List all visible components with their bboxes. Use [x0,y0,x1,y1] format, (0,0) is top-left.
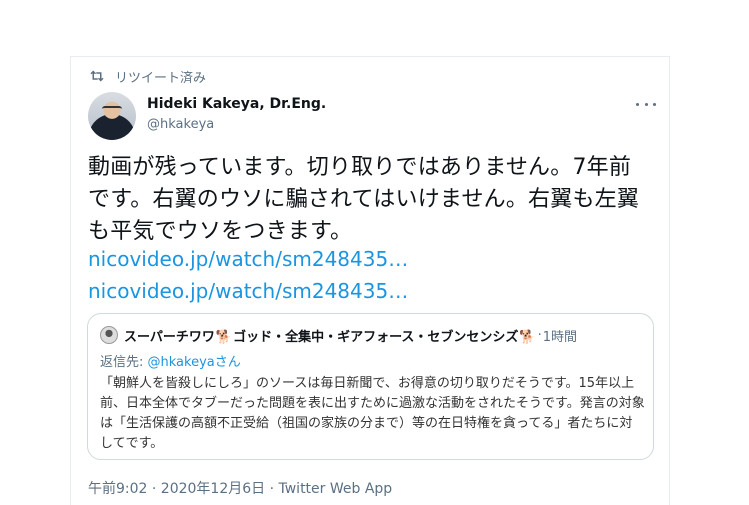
quoted-reply-to: 返信先: @hkakeyaさん [100,355,241,370]
retweet-icon [90,70,104,82]
quoted-tweet-header: スーパーチワワ🐕ゴッド・全集中・ギアフォース・セブンセンシズ🐕 · 1時間 [100,324,643,346]
author-handle[interactable]: @hkakeya [147,117,214,132]
retweet-indicator: リツイート済み [88,66,206,86]
tweet-link-1[interactable]: nicovideo.jp/watch/sm248435… [88,247,408,271]
quoted-author-name[interactable]: スーパーチワワ🐕ゴッド・全集中・ギアフォース・セブンセンシズ🐕 [124,326,537,345]
tweet-meta[interactable]: 午前9:02 · 2020年12月6日 · Twitter Web App [88,478,392,498]
more-options-icon[interactable] [636,96,656,112]
dog-emoji: 🐕 [215,329,233,345]
tweet-link-2[interactable]: nicovideo.jp/watch/sm248435… [88,279,408,303]
author-name[interactable]: Hideki Kakeya, Dr.Eng. [147,96,326,112]
quoted-time[interactable]: 1時間 [543,326,577,345]
quoted-avatar[interactable] [100,326,118,344]
quoted-text: 「朝鮮人を皆殺しにしろ」のソースは毎日新聞で、お得意の切り取りだそうです。15年… [100,376,645,451]
tweet-text: 動画が残っています。切り取りではありません。7年前です。右翼のウソに騙されてはい… [88,155,640,244]
dog-emoji: 🐕 [519,329,536,345]
avatar[interactable] [88,92,136,140]
quoted-tweet[interactable]: スーパーチワワ🐕ゴッド・全集中・ギアフォース・セブンセンシズ🐕 · 1時間 返信… [87,313,654,460]
retweet-label: リツイート済み [115,70,207,86]
reply-mention[interactable]: @hkakeyaさん [148,355,241,370]
quoted-separator: · [537,327,542,343]
